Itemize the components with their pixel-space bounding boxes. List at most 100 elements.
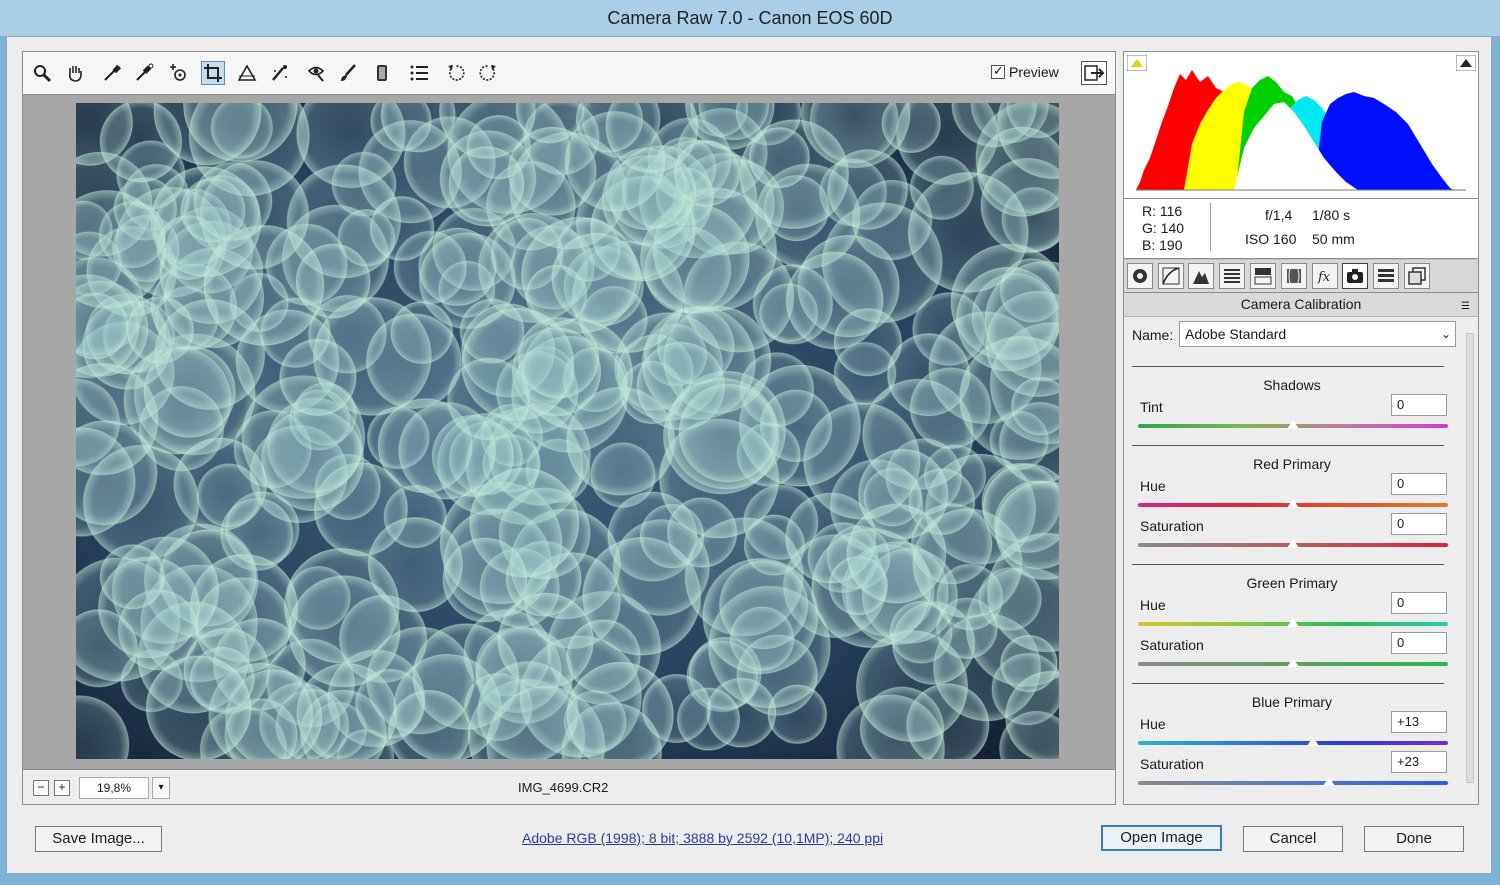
- window-title: Camera Raw 7.0 - Canon EOS 60D: [0, 0, 1500, 36]
- shadows-tint-value[interactable]: 0: [1391, 394, 1447, 416]
- hsl-icon[interactable]: [1219, 263, 1245, 289]
- panel-scrollbar[interactable]: [1464, 321, 1476, 801]
- red-saturation-value[interactable]: 0: [1391, 513, 1447, 535]
- green-hue-label: Hue: [1140, 597, 1166, 613]
- bokeh-disc: [447, 357, 531, 441]
- adjustment-panel-tabs: fx: [1123, 259, 1479, 293]
- spot-removal-icon[interactable]: [268, 61, 292, 85]
- bokeh-disc: [99, 103, 183, 183]
- svg-text:fx: fx: [1317, 270, 1331, 285]
- histogram-graph: [1136, 62, 1466, 191]
- green-hue-value[interactable]: 0: [1391, 592, 1447, 614]
- highlight-clipping-warning-icon[interactable]: [1456, 55, 1476, 71]
- zoom-out-button[interactable]: −: [33, 780, 49, 796]
- bokeh-disc: [369, 195, 435, 261]
- red-eye-icon[interactable]: [304, 61, 328, 85]
- targeted-adjustment-icon[interactable]: [166, 61, 190, 85]
- photo-preview[interactable]: [76, 103, 1059, 759]
- iso-value: ISO 160: [1245, 231, 1297, 247]
- group-divider: [1132, 366, 1444, 367]
- green-saturation-value[interactable]: 0: [1391, 632, 1447, 654]
- bokeh-disc: [99, 544, 165, 610]
- blue-hue-slider[interactable]: [1138, 741, 1448, 745]
- shadows-tint-label: Tint: [1140, 399, 1163, 415]
- chevron-down-icon: ⌄: [1440, 327, 1451, 341]
- bokeh-disc: [678, 383, 778, 483]
- bokeh-disc: [517, 316, 600, 399]
- shadow-clipping-warning-icon[interactable]: [1127, 55, 1147, 71]
- cancel-button[interactable]: Cancel: [1243, 826, 1343, 852]
- blue-saturation-thumb[interactable]: [1320, 776, 1337, 788]
- bokeh-disc: [858, 448, 949, 540]
- preview-label: Preview: [1009, 64, 1059, 80]
- save-image-button[interactable]: Save Image...: [35, 826, 162, 852]
- status-bar: − + 19,8% ▾ IMG_4699.CR2: [22, 769, 1116, 805]
- preview-toggle[interactable]: Preview: [991, 63, 1059, 80]
- shutter-speed: 1/80 s: [1312, 207, 1351, 223]
- green-primary-title: Green Primary: [1246, 575, 1338, 591]
- preferences-icon[interactable]: [407, 61, 431, 85]
- presets-icon[interactable]: [1373, 263, 1399, 289]
- green-hue-thumb[interactable]: [1285, 617, 1301, 629]
- zoom-level-field[interactable]: 19,8%: [79, 777, 149, 799]
- histogram: [1123, 51, 1479, 199]
- hand-icon[interactable]: [63, 61, 87, 85]
- open-image-button[interactable]: Open Image: [1101, 825, 1222, 851]
- bokeh-disc: [442, 537, 528, 623]
- graduated-filter-icon[interactable]: [370, 61, 394, 85]
- detail-icon[interactable]: [1188, 263, 1214, 289]
- camera-calibration-icon[interactable]: [1342, 263, 1368, 289]
- fullscreen-button[interactable]: [1081, 61, 1107, 85]
- adjustment-brush-icon[interactable]: [336, 61, 360, 85]
- bokeh-photo: [76, 103, 1059, 759]
- rotate-right-icon[interactable]: [476, 61, 500, 85]
- preview-checkbox[interactable]: [991, 63, 1005, 79]
- blue-saturation-value[interactable]: +23: [1391, 751, 1447, 773]
- green-saturation-thumb[interactable]: [1285, 657, 1301, 669]
- blue-hue-label: Hue: [1140, 716, 1166, 732]
- straighten-icon[interactable]: [235, 61, 259, 85]
- zoom-in-button[interactable]: +: [54, 780, 70, 796]
- rgb-readout: R: 116 G: 140 B: 190: [1142, 203, 1184, 254]
- camera-calibration-panel: Camera Calibration ☰ Name: Adobe Standar…: [1123, 293, 1479, 805]
- file-name: IMG_4699.CR2: [518, 780, 609, 795]
- zoom-icon[interactable]: [30, 61, 54, 85]
- white-balance-icon[interactable]: [100, 61, 124, 85]
- blue-hue-value[interactable]: +13: [1391, 711, 1447, 733]
- color-sampler-icon[interactable]: [132, 61, 156, 85]
- bokeh-disc: [641, 673, 712, 744]
- red-hue-thumb[interactable]: [1285, 498, 1301, 510]
- aperture: f/1,4: [1265, 207, 1293, 223]
- zoom-dropdown[interactable]: ▾: [152, 777, 170, 799]
- bokeh-disc: [702, 557, 819, 675]
- bokeh-disc: [827, 148, 909, 231]
- blue-saturation-slider[interactable]: [1138, 781, 1448, 785]
- basic-icon[interactable]: [1127, 263, 1153, 289]
- rotate-left-icon[interactable]: [444, 61, 468, 85]
- lens-corrections-icon[interactable]: [1281, 263, 1307, 289]
- group-divider: [1132, 683, 1444, 684]
- bokeh-disc: [365, 313, 462, 410]
- red-hue-value[interactable]: 0: [1391, 473, 1447, 495]
- profile-name-value: Adobe Standard: [1185, 326, 1287, 342]
- tone-curve-icon[interactable]: [1158, 263, 1184, 289]
- bokeh-disc: [909, 155, 975, 221]
- split-toning-icon[interactable]: [1250, 263, 1276, 289]
- panel-title-text: Camera Calibration: [1240, 296, 1362, 312]
- scrollbar-thumb[interactable]: [1466, 333, 1474, 783]
- blue-hue-thumb[interactable]: [1305, 736, 1322, 748]
- profile-name-select[interactable]: Adobe Standard ⌄: [1179, 321, 1456, 347]
- bokeh-disc: [193, 161, 273, 242]
- red-saturation-thumb[interactable]: [1285, 538, 1301, 550]
- shadows-tint-thumb[interactable]: [1285, 419, 1301, 431]
- image-preview-area[interactable]: [22, 95, 1116, 769]
- workflow-options-link[interactable]: Adobe RGB (1998); 8 bit; 3888 by 2592 (1…: [522, 830, 883, 846]
- done-button[interactable]: Done: [1364, 826, 1464, 852]
- panel-menu-icon[interactable]: ☰: [1461, 296, 1470, 318]
- red-value: R: 116: [1142, 203, 1183, 219]
- profile-name-label: Name:: [1132, 327, 1174, 343]
- crop-icon[interactable]: [201, 61, 225, 85]
- green-saturation-label: Saturation: [1140, 637, 1204, 653]
- snapshots-icon[interactable]: [1404, 263, 1430, 289]
- effects-icon[interactable]: fx: [1312, 263, 1338, 289]
